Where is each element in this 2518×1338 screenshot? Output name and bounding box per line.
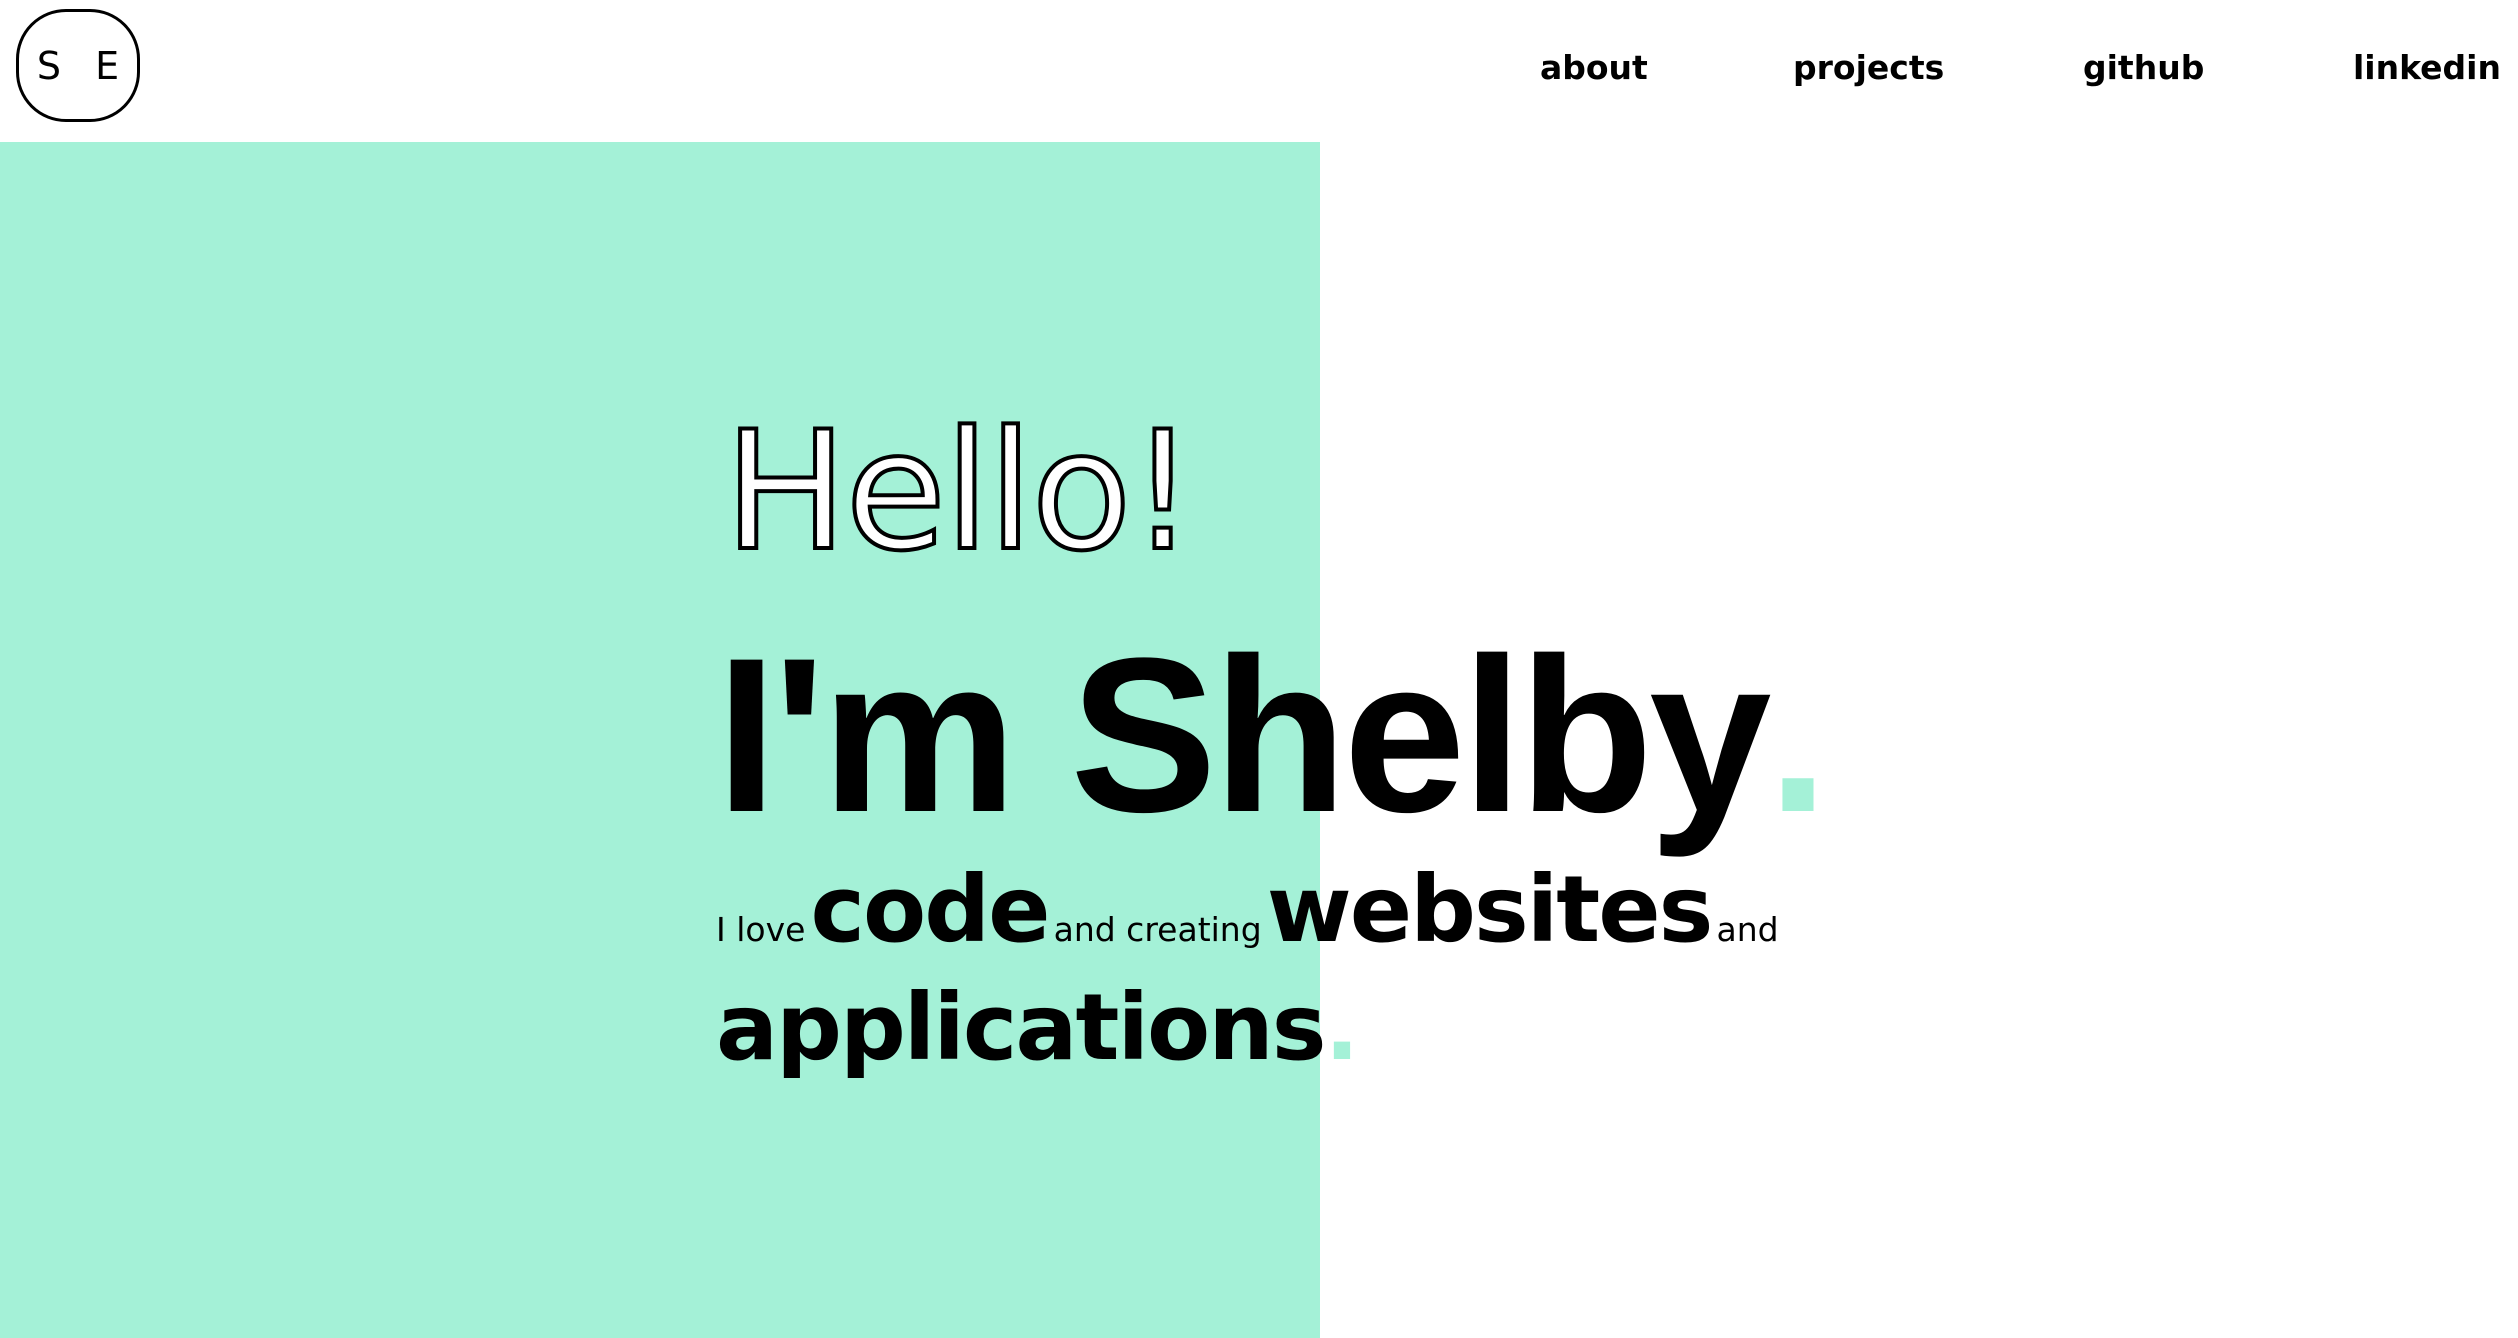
tagline-period: . xyxy=(1324,974,1359,1081)
page: S E about projects github linkedin Hello… xyxy=(0,0,2518,1338)
tagline-highlight-applications: applications xyxy=(716,974,1326,1081)
tagline-highlight-code: code xyxy=(810,856,1051,963)
tagline-word: and xyxy=(1716,910,1779,949)
tagline-word: I love xyxy=(716,910,806,949)
hero-name-heading: I'm Shelby. xyxy=(716,612,1829,858)
hero-name-text: I'm Shelby xyxy=(716,612,1772,858)
hero-greeting: Hello! xyxy=(722,396,1197,587)
nav-link-about[interactable]: about xyxy=(1540,48,1648,87)
hero-name-period: . xyxy=(1767,612,1829,858)
tagline-row-1: I love code and creating websites and xyxy=(716,864,1779,956)
nav-link-github[interactable]: github xyxy=(2083,48,2204,87)
main-nav: about projects github linkedin xyxy=(0,48,2518,94)
tagline-row-2: applications. xyxy=(716,982,1359,1074)
nav-link-linkedin[interactable]: linkedin xyxy=(2353,48,2501,87)
site-header: S E about projects github linkedin xyxy=(0,0,2518,142)
tagline-highlight-websites: websites xyxy=(1266,856,1714,963)
nav-link-projects[interactable]: projects xyxy=(1793,48,1944,87)
tagline-word: and creating xyxy=(1053,910,1262,949)
